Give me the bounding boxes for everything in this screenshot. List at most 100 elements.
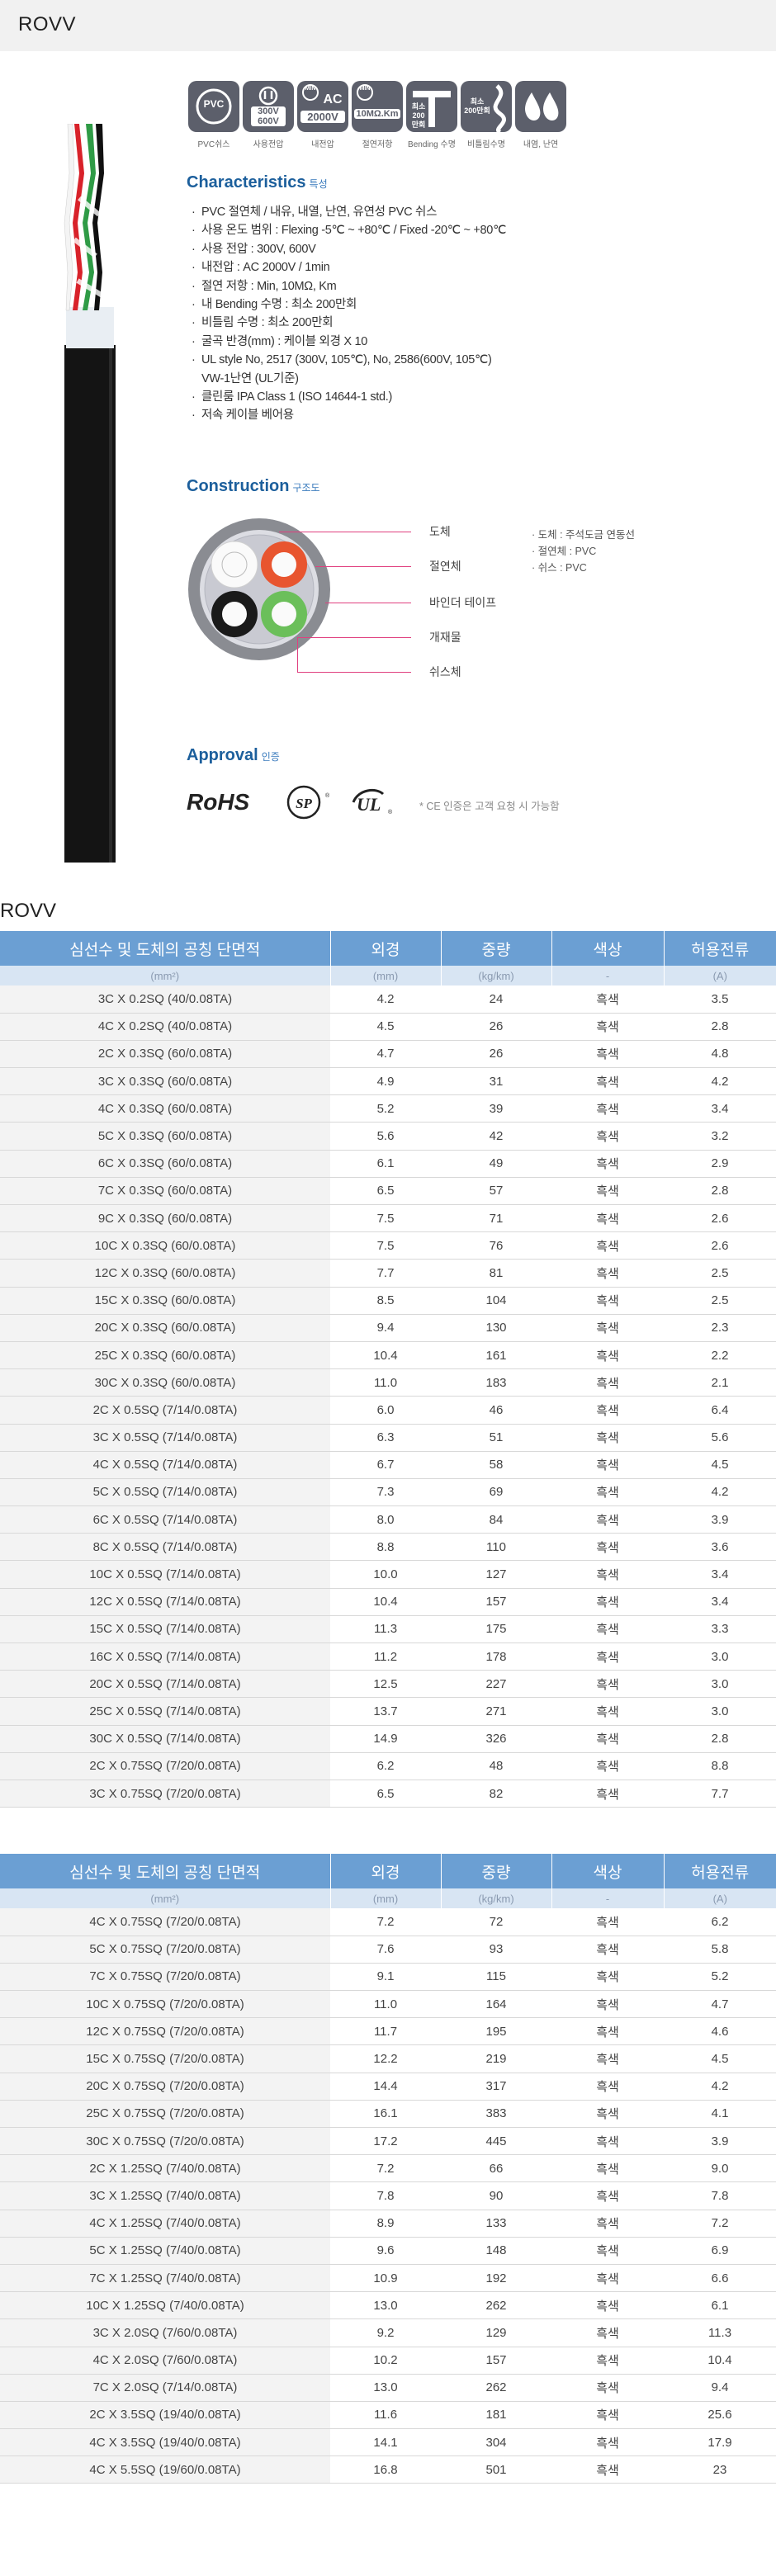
table-row: 5C X 0.75SQ (7/20/0.08TA) 7.6 93 흑색 5.8 <box>0 1936 776 1964</box>
cell-spec: 2C X 3.5SQ (19/40/0.08TA) <box>0 2401 330 2430</box>
cell-color: 흑색 <box>551 2347 664 2375</box>
cell-current: 3.6 <box>664 1533 776 1562</box>
cell-od: 10.4 <box>330 1588 441 1616</box>
cell-current: 6.6 <box>664 2264 776 2293</box>
cell-spec: 3C X 0.5SQ (7/14/0.08TA) <box>0 1424 330 1452</box>
header-od: 외경 <box>330 931 442 966</box>
cell-color: 흑색 <box>551 1341 664 1370</box>
cell-color: 흑색 <box>551 1368 664 1397</box>
cell-spec: 2C X 0.3SQ (60/0.08TA) <box>0 1040 330 1069</box>
cell-current: 23 <box>664 2455 776 2484</box>
header-current: 허용전류 <box>664 1854 776 1888</box>
table-row: 15C X 0.5SQ (7/14/0.08TA) 11.3 175 흑색 3.3 <box>0 1615 776 1644</box>
cell-od: 6.2 <box>330 1752 441 1780</box>
table-row: 7C X 1.25SQ (7/40/0.08TA) 10.9 192 흑색 6.6 <box>0 2264 776 2293</box>
cell-spec: 10C X 0.75SQ (7/20/0.08TA) <box>0 1990 330 2019</box>
cell-color: 흑색 <box>551 1670 664 1699</box>
rohs-logo: RoHS <box>187 789 250 815</box>
table-row: 5C X 0.3SQ (60/0.08TA) 5.6 42 흑색 3.2 <box>0 1122 776 1151</box>
cable-image <box>64 124 116 863</box>
legend-item: · 쉬스 : PVC <box>532 562 587 574</box>
table-row: 3C X 0.75SQ (7/20/0.08TA) 6.5 82 흑색 7.7 <box>0 1780 776 1808</box>
cell-current: 3.0 <box>664 1642 776 1671</box>
cell-current: 7.7 <box>664 1780 776 1808</box>
cell-od: 6.3 <box>330 1424 441 1452</box>
table-caption: ROVV <box>0 900 57 922</box>
cell-spec: 25C X 0.75SQ (7/20/0.08TA) <box>0 2100 330 2129</box>
cell-current: 4.8 <box>664 1040 776 1069</box>
cell-spec: 3C X 0.2SQ (40/0.08TA) <box>0 985 330 1014</box>
cell-spec: 15C X 0.5SQ (7/14/0.08TA) <box>0 1615 330 1644</box>
table-row: 20C X 0.5SQ (7/14/0.08TA) 12.5 227 흑색 3.0 <box>0 1670 776 1699</box>
list-item: 굴곡 반경(mm) : 케이블 외경 X 10 <box>192 333 654 352</box>
cell-weight: 219 <box>441 2044 551 2073</box>
cell-weight: 31 <box>441 1067 551 1096</box>
cell-current: 2.5 <box>664 1259 776 1288</box>
cell-current: 3.4 <box>664 1560 776 1589</box>
cell-current: 2.3 <box>664 1314 776 1342</box>
cell-od: 11.2 <box>330 1642 441 1671</box>
cell-weight: 127 <box>441 1560 551 1589</box>
cell-color: 흑색 <box>551 2154 664 2183</box>
cell-current: 3.9 <box>664 1505 776 1534</box>
cell-color: 흑색 <box>551 2237 664 2265</box>
cell-od: 5.2 <box>330 1094 441 1123</box>
table-row: 12C X 0.3SQ (60/0.08TA) 7.7 81 흑색 2.5 <box>0 1259 776 1288</box>
cell-spec: 7C X 0.3SQ (60/0.08TA) <box>0 1177 330 1206</box>
svg-text:®: ® <box>325 792 330 799</box>
cell-color: 흑색 <box>551 1478 664 1507</box>
cell-od: 11.7 <box>330 2017 441 2046</box>
cell-spec: 3C X 2.0SQ (7/60/0.08TA) <box>0 2318 330 2347</box>
cell-spec: 4C X 0.3SQ (60/0.08TA) <box>0 1094 330 1123</box>
twist-life-icon: 최소 200만회 비틀림수명 <box>461 81 512 149</box>
cell-color: 흑색 <box>551 1780 664 1808</box>
cell-weight: 104 <box>441 1287 551 1315</box>
cell-color: 흑색 <box>551 1259 664 1288</box>
cell-weight: 227 <box>441 1670 551 1699</box>
cell-spec: 16C X 0.5SQ (7/14/0.08TA) <box>0 1642 330 1671</box>
cell-weight: 157 <box>441 1588 551 1616</box>
table-row: 4C X 1.25SQ (7/40/0.08TA) 8.9 133 흑색 7.2 <box>0 2210 776 2238</box>
cell-color: 흑색 <box>551 2210 664 2238</box>
table-row: 3C X 0.3SQ (60/0.08TA) 4.9 31 흑색 4.2 <box>0 1067 776 1096</box>
list-item: UL style No, 2517 (300V, 105℃), No, 2586… <box>192 351 654 388</box>
table-row: 4C X 2.0SQ (7/60/0.08TA) 10.2 157 흑색 10.4 <box>0 2347 776 2375</box>
table-row: 12C X 0.75SQ (7/20/0.08TA) 11.7 195 흑색 4.6 <box>0 2017 776 2046</box>
cell-current: 5.2 <box>664 1963 776 1992</box>
cell-color: 흑색 <box>551 1560 664 1589</box>
leader-line <box>315 566 411 567</box>
cell-od: 8.8 <box>330 1533 441 1562</box>
cell-current: 3.4 <box>664 1588 776 1616</box>
cell-spec: 4C X 0.75SQ (7/20/0.08TA) <box>0 1908 330 1936</box>
cell-od: 16.1 <box>330 2100 441 2129</box>
cell-od: 11.0 <box>330 1990 441 2019</box>
cell-spec: 9C X 0.3SQ (60/0.08TA) <box>0 1204 330 1233</box>
table-row: 6C X 0.5SQ (7/14/0.08TA) 8.0 84 흑색 3.9 <box>0 1505 776 1534</box>
header-weight: 중량 <box>441 931 552 966</box>
cell-od: 13.0 <box>330 2291 441 2320</box>
cell-spec: 8C X 0.5SQ (7/14/0.08TA) <box>0 1533 330 1562</box>
cell-spec: 3C X 0.75SQ (7/20/0.08TA) <box>0 1780 330 1808</box>
list-item: 비틀림 수명 : 최소 200만회 <box>192 314 654 333</box>
cell-spec: 6C X 0.3SQ (60/0.08TA) <box>0 1150 330 1178</box>
title-bar: ROVV <box>0 0 776 51</box>
cell-od: 16.8 <box>330 2455 441 2484</box>
table-header-row: 심선수 및 도체의 공칭 단면적 외경 중량 색상 허용전류 <box>0 1854 776 1888</box>
cell-current: 10.4 <box>664 2347 776 2375</box>
table-header-row: 심선수 및 도체의 공칭 단면적 외경 중량 색상 허용전류 <box>0 931 776 966</box>
cell-color: 흑색 <box>551 1094 664 1123</box>
voltage-icon: 300V 600V 사용전압 <box>243 81 294 149</box>
cell-spec: 10C X 0.5SQ (7/14/0.08TA) <box>0 1560 330 1589</box>
cell-current: 2.8 <box>664 1177 776 1206</box>
list-item: PVC 절연체 / 내유, 내열, 난연, 유연성 PVC 쉬스 <box>192 203 654 222</box>
cell-spec: 10C X 0.3SQ (60/0.08TA) <box>0 1231 330 1260</box>
cell-spec: 5C X 0.3SQ (60/0.08TA) <box>0 1122 330 1151</box>
label-conductor: 도체 <box>429 525 451 538</box>
cell-od: 10.2 <box>330 2347 441 2375</box>
cell-color: 흑색 <box>551 1588 664 1616</box>
label-sheath: 쉬스체 <box>429 665 461 678</box>
cell-current: 4.5 <box>664 1451 776 1479</box>
table-row: 20C X 0.3SQ (60/0.08TA) 9.4 130 흑색 2.3 <box>0 1314 776 1342</box>
cell-current: 6.9 <box>664 2237 776 2265</box>
cell-color: 흑색 <box>551 1725 664 1753</box>
